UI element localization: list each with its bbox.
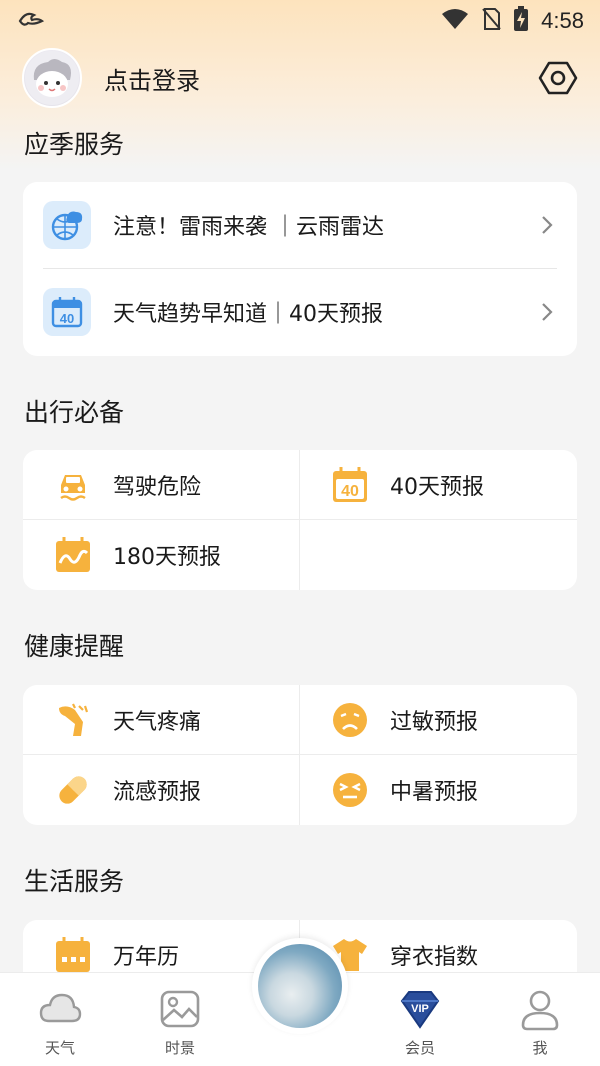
nav-tab-me[interactable]: 我 bbox=[500, 973, 580, 1066]
chevron-right-icon bbox=[542, 216, 553, 234]
login-link[interactable]: 点击登录 bbox=[104, 61, 200, 96]
user-icon bbox=[521, 990, 559, 1031]
health-item-heatstroke[interactable]: 中暑预报 bbox=[300, 755, 576, 825]
settings-icon[interactable] bbox=[538, 58, 578, 98]
grid-label: 40天预报 bbox=[390, 475, 484, 500]
dizzy-face-icon bbox=[333, 773, 367, 807]
health-item-pain[interactable]: 天气疼痛 bbox=[23, 685, 299, 755]
avatar[interactable] bbox=[22, 48, 82, 108]
grid-label: 天气疼痛 bbox=[113, 710, 202, 735]
nav-label: 我 bbox=[532, 1039, 548, 1057]
svg-text:40: 40 bbox=[60, 311, 74, 326]
travel-item-40day[interactable]: 40 40天预报 bbox=[300, 450, 576, 520]
nav-tab-scenery[interactable]: 时景 bbox=[140, 973, 220, 1066]
calendar-trend-icon bbox=[56, 537, 90, 572]
vip-diamond-icon: VIP bbox=[400, 991, 440, 1029]
seasonal-card: 注意！雷雨来袭 ｜云雨雷达 40 天气趋势早知道｜40天预报 bbox=[23, 182, 577, 356]
health-item-flu[interactable]: 流感预报 bbox=[23, 755, 299, 825]
section-title-seasonal: 应季服务 bbox=[24, 130, 125, 159]
status-time: 4:58 bbox=[541, 8, 584, 33]
grid-label: 万年历 bbox=[113, 945, 180, 970]
travel-item-180day[interactable]: 180天预报 bbox=[23, 520, 299, 590]
battery-charging-icon bbox=[513, 6, 529, 36]
joint-pain-icon bbox=[59, 703, 89, 736]
seasonal-item-label: 注意！雷雨来袭 ｜云雨雷达 bbox=[113, 215, 384, 240]
sky-thumbnail bbox=[258, 944, 342, 1028]
picture-icon bbox=[160, 990, 200, 1028]
center-scenery-button[interactable] bbox=[252, 938, 348, 1034]
section-title-life: 生活服务 bbox=[24, 867, 125, 896]
nav-tab-weather[interactable]: 天气 bbox=[20, 973, 100, 1066]
svg-text:VIP: VIP bbox=[411, 1003, 429, 1015]
nav-label: 会员 bbox=[404, 1039, 435, 1057]
grid-label: 过敏预报 bbox=[390, 710, 479, 735]
calendar-icon bbox=[56, 937, 90, 972]
nav-label: 时景 bbox=[164, 1039, 195, 1057]
wifi-icon bbox=[441, 8, 469, 34]
status-bar: 4:58 bbox=[0, 0, 600, 42]
user-header: 点击登录 bbox=[22, 48, 578, 108]
health-item-allergy[interactable]: 过敏预报 bbox=[300, 685, 576, 755]
health-card: 天气疼痛 过敏预报 流感预报 中暑预报 bbox=[23, 685, 577, 825]
calendar-40-icon: 40 bbox=[333, 467, 367, 502]
radar-globe-icon bbox=[43, 201, 91, 249]
nav-label: 天气 bbox=[44, 1039, 75, 1057]
grid-label: 180天预报 bbox=[113, 545, 221, 570]
seasonal-item-40day[interactable]: 40 天气趋势早知道｜40天预报 bbox=[23, 269, 577, 355]
chevron-right-icon bbox=[542, 303, 553, 321]
grid-label: 穿衣指数 bbox=[390, 945, 479, 970]
grid-label: 驾驶危险 bbox=[113, 475, 202, 500]
cloud-icon bbox=[39, 993, 82, 1023]
no-sim-icon bbox=[481, 7, 501, 35]
section-title-health: 健康提醒 bbox=[24, 632, 125, 661]
seasonal-item-label: 天气趋势早知道｜40天预报 bbox=[113, 302, 383, 327]
grid-label: 中暑预报 bbox=[390, 780, 479, 805]
car-skid-icon bbox=[60, 475, 86, 501]
sad-face-icon bbox=[333, 703, 367, 737]
section-title-travel: 出行必备 bbox=[24, 398, 125, 427]
grid-label: 流感预报 bbox=[113, 780, 202, 805]
nav-tab-vip[interactable]: VIP 会员 bbox=[380, 973, 460, 1066]
calendar-40-icon: 40 bbox=[43, 288, 91, 336]
travel-card: 驾驶危险 40 40天预报 180天预报 bbox=[23, 450, 577, 590]
pill-icon bbox=[59, 776, 87, 804]
travel-item-driving[interactable]: 驾驶危险 bbox=[23, 450, 299, 520]
svg-text:40: 40 bbox=[341, 483, 359, 500]
seasonal-item-radar[interactable]: 注意！雷雨来袭 ｜云雨雷达 bbox=[23, 182, 577, 268]
app-logo-icon bbox=[18, 9, 45, 33]
